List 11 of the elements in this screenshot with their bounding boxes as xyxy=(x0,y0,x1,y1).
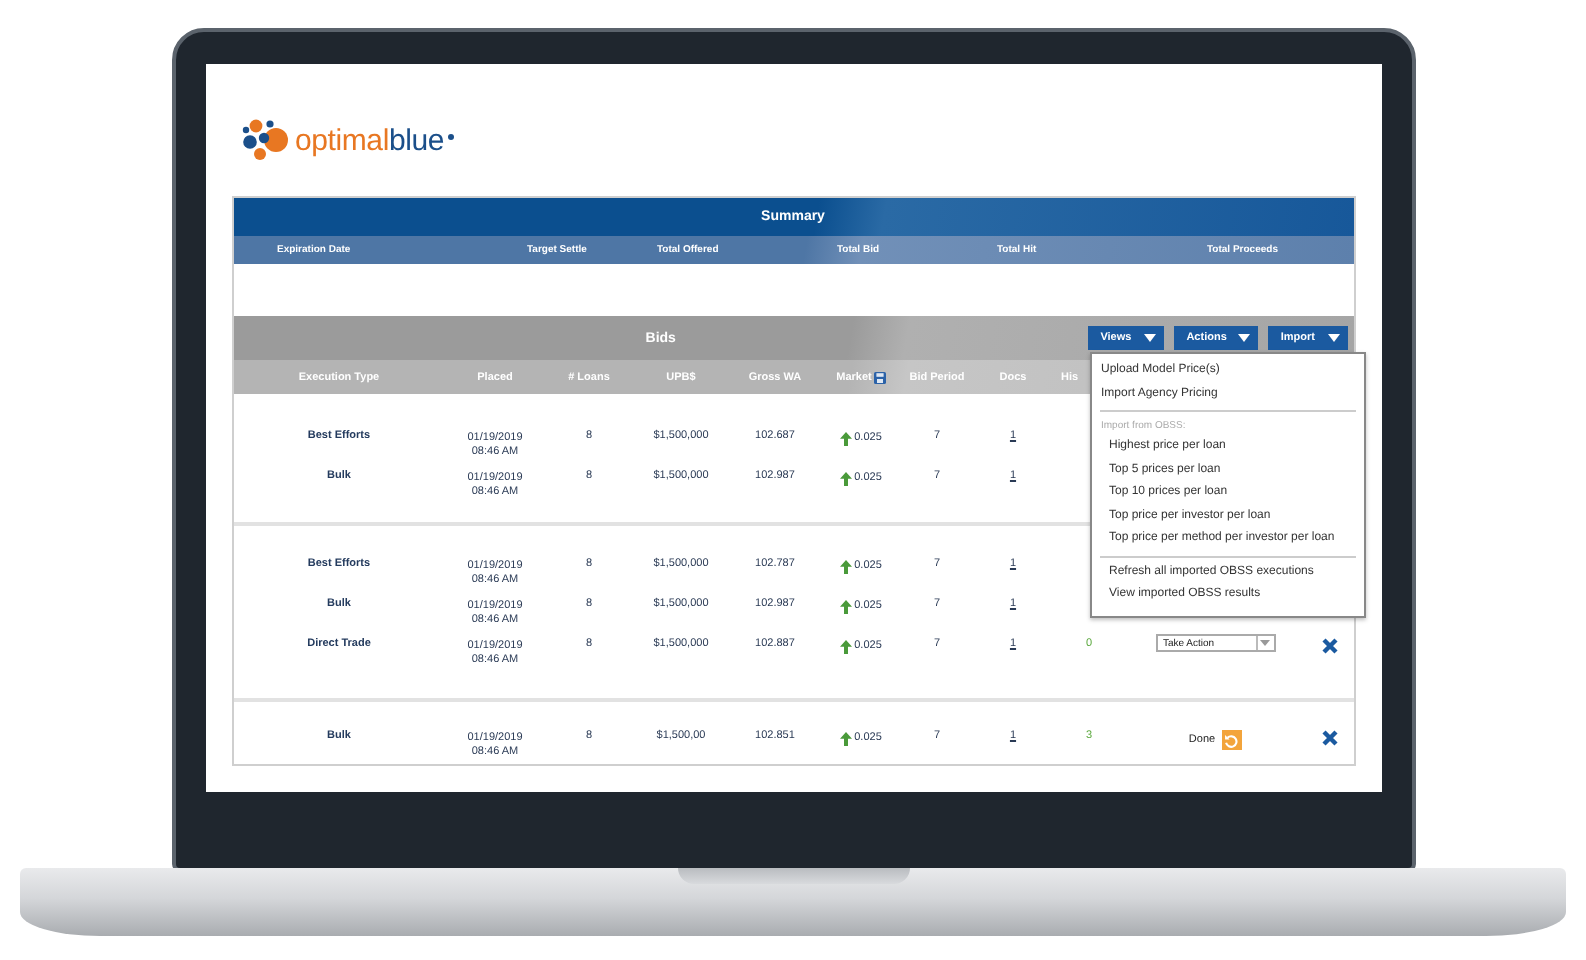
caret-icon xyxy=(1144,334,1157,342)
close-icon[interactable] xyxy=(1321,730,1337,746)
logo-icon xyxy=(239,116,291,164)
close-icon[interactable] xyxy=(1321,638,1337,654)
save-icon[interactable] xyxy=(873,371,886,383)
caret-icon xyxy=(1238,334,1251,342)
undo-icon xyxy=(1224,733,1239,747)
caret-icon xyxy=(1327,334,1339,342)
logo-wordmark: optimalblue xyxy=(295,123,445,157)
dot-icon xyxy=(448,133,455,139)
caret-icon xyxy=(1260,640,1270,646)
